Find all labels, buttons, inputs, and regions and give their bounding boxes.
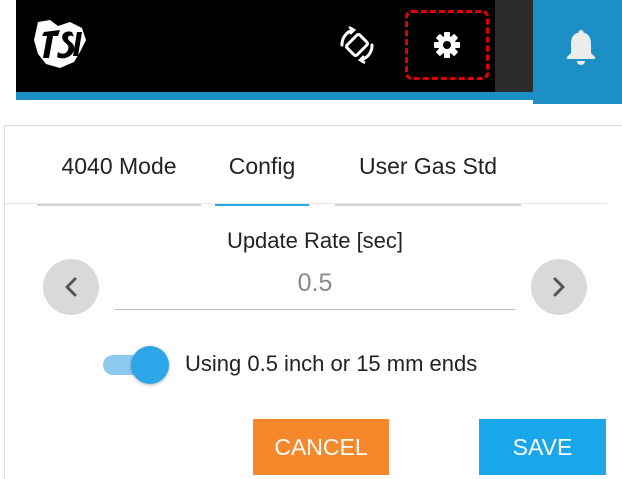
update-rate-increase-button[interactable] bbox=[531, 259, 587, 315]
config-panel: 4040 Mode Config User Gas Std Update Rat… bbox=[4, 125, 622, 479]
update-rate-label: Update Rate [sec] bbox=[226, 228, 404, 253]
tab-4040-mode[interactable]: 4040 Mode bbox=[37, 126, 201, 206]
cancel-button[interactable]: CANCEL bbox=[253, 419, 389, 475]
tab-config[interactable]: Config bbox=[215, 126, 309, 206]
screen-rotate-icon bbox=[340, 25, 374, 65]
settings-button[interactable] bbox=[405, 10, 489, 80]
tab-label: Config bbox=[228, 152, 296, 179]
bell-icon bbox=[567, 30, 595, 65]
ends-toggle[interactable] bbox=[103, 346, 169, 384]
tab-user-gas-std[interactable]: User Gas Std bbox=[335, 126, 521, 206]
save-button[interactable]: SAVE bbox=[479, 419, 606, 475]
update-rate-value[interactable]: 0.5 bbox=[115, 269, 515, 298]
tab-bar: 4040 Mode Config User Gas Std bbox=[5, 126, 607, 206]
screen-rotate-button[interactable] bbox=[334, 22, 380, 68]
update-rate-decrease-button[interactable] bbox=[43, 259, 99, 315]
tab-label: User Gas Std bbox=[358, 152, 498, 179]
top-bar-accent-stripe bbox=[16, 92, 533, 100]
tab-label: 4040 Mode bbox=[61, 152, 177, 179]
ends-toggle-label: Using 0.5 inch or 15 mm ends bbox=[185, 351, 478, 376]
toggle-knob bbox=[131, 346, 169, 384]
chevron-right-icon bbox=[553, 277, 565, 297]
notifications-button[interactable] bbox=[558, 22, 604, 72]
tsi-logo-icon bbox=[30, 18, 90, 70]
top-bar-divider bbox=[495, 0, 533, 92]
chevron-left-icon bbox=[65, 277, 77, 297]
update-rate-underline bbox=[115, 309, 515, 310]
top-bar bbox=[16, 0, 622, 104]
gear-icon bbox=[434, 32, 460, 58]
